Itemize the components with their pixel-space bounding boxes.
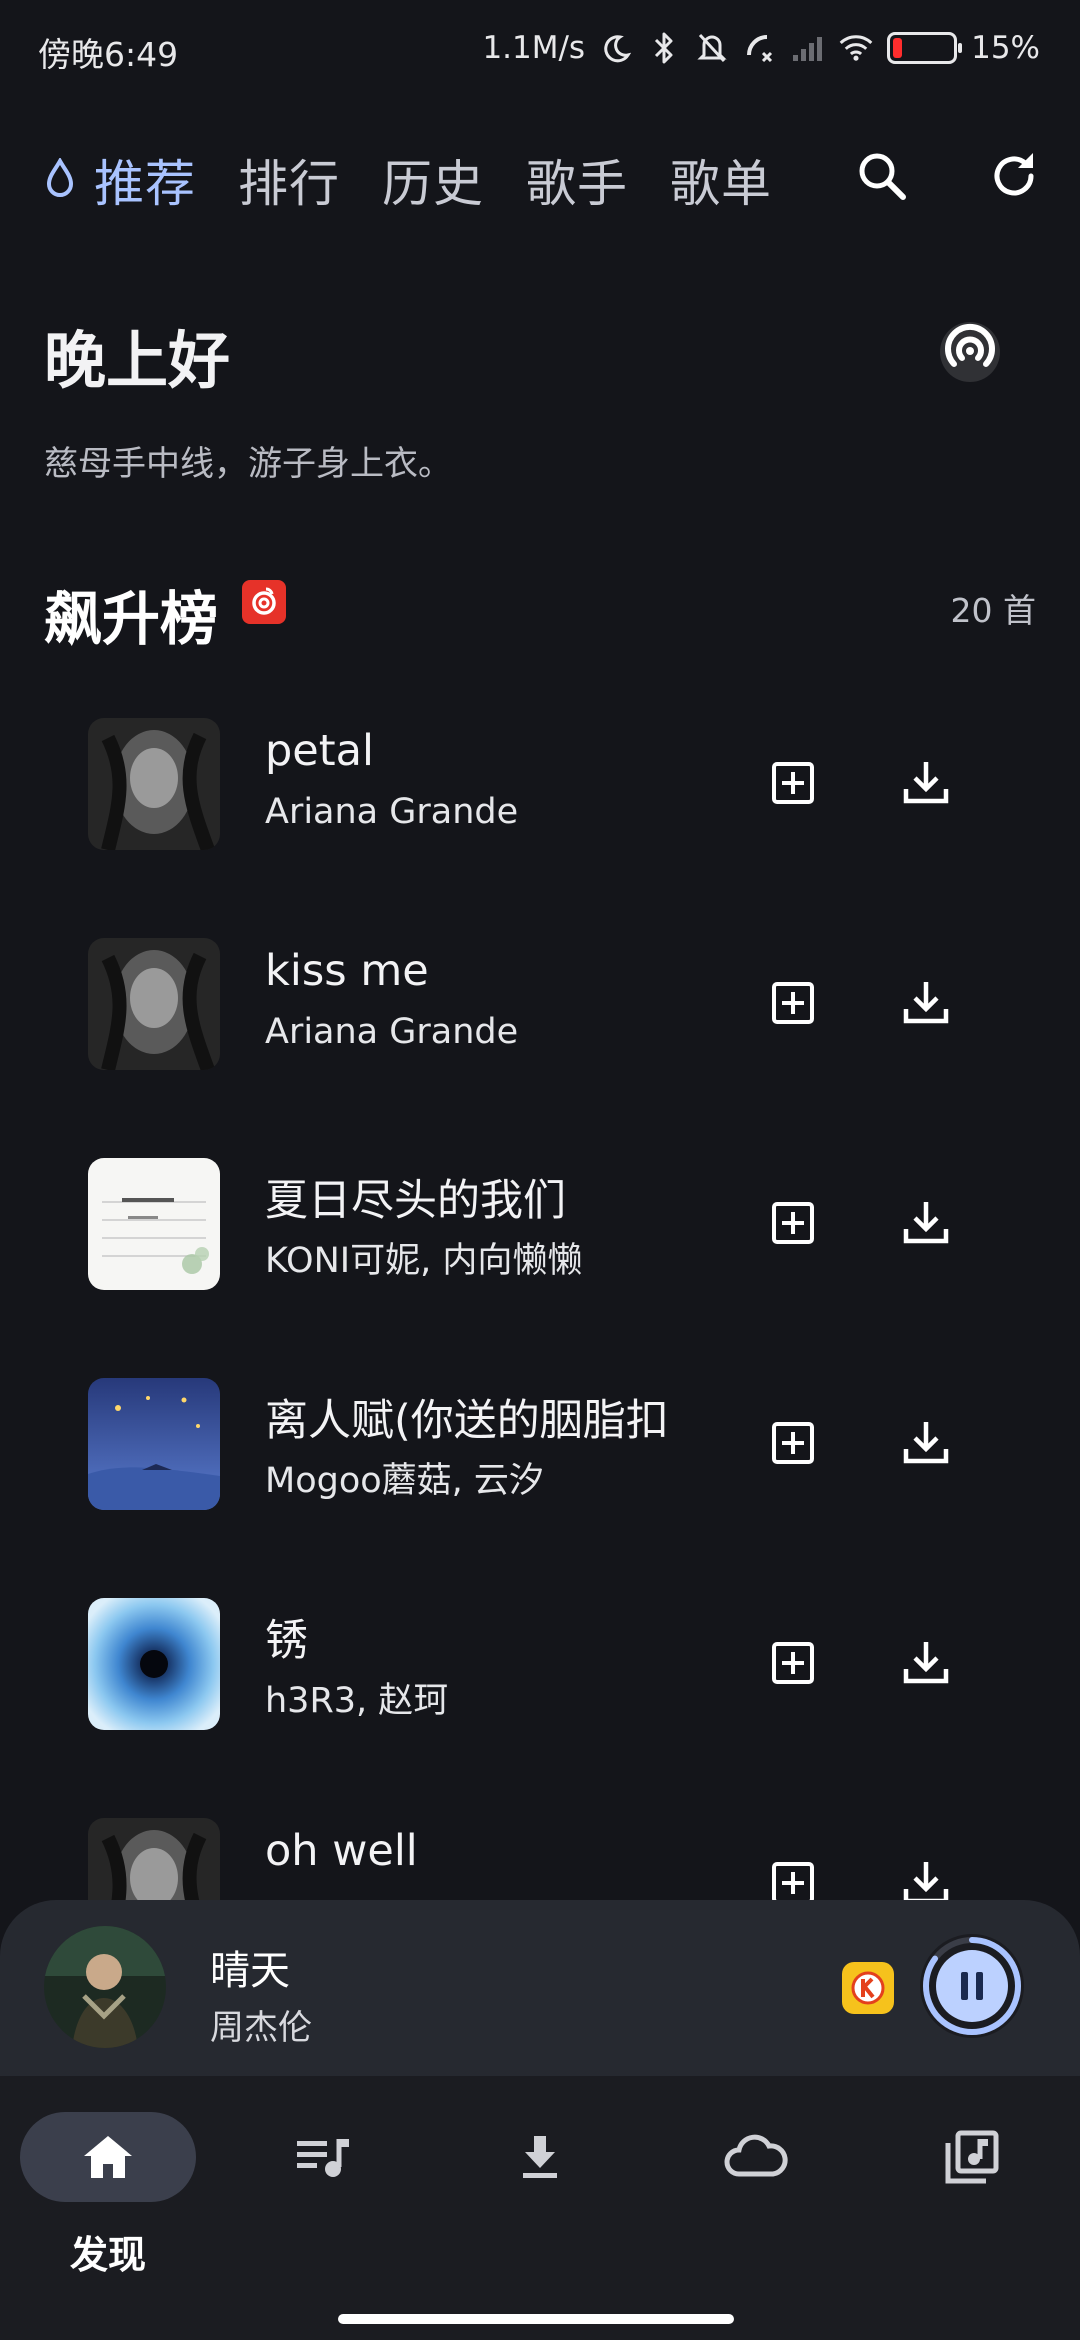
- add-box-icon: [772, 762, 814, 804]
- now-playing-artist: 周杰伦: [210, 2008, 312, 2048]
- download-icon: [903, 1642, 949, 1684]
- song-cover: [88, 718, 220, 850]
- add-to-playlist-button[interactable]: [768, 758, 818, 808]
- download-button[interactable]: [898, 754, 954, 810]
- wifi-icon: [839, 31, 873, 65]
- status-time: 傍晚6:49: [38, 35, 179, 74]
- add-box-icon: [772, 1862, 814, 1904]
- nav-downloads[interactable]: [452, 2112, 628, 2202]
- cloud-icon: [724, 2134, 788, 2177]
- download-button[interactable]: [898, 1194, 954, 1250]
- signal-icon: [791, 31, 825, 65]
- chart-song-count: 20 首: [950, 591, 1036, 630]
- add-to-playlist-button[interactable]: [768, 1418, 818, 1468]
- add-box-icon: [772, 982, 814, 1024]
- song-artist: Ariana Grande: [265, 792, 519, 832]
- home-indicator: [338, 2314, 734, 2324]
- song-artist: Ariana Grande: [265, 1012, 519, 1052]
- download-icon: [523, 2136, 557, 2178]
- water-drop-icon: [46, 158, 74, 197]
- battery-percent: 15%: [971, 30, 1040, 66]
- song-cover: [88, 1598, 220, 1730]
- song-cover: [88, 938, 220, 1070]
- download-icon: [903, 982, 949, 1024]
- radio-icon: [940, 322, 1000, 382]
- download-button[interactable]: [898, 1414, 954, 1470]
- search-icon: [859, 153, 906, 200]
- top-nav: 推荐 排行 历史 歌手 歌单: [0, 130, 1080, 220]
- tab-playlists[interactable]: 歌单: [670, 144, 772, 216]
- song-row[interactable]: petal Ariana Grande: [0, 700, 1080, 920]
- tab-recommend[interactable]: 推荐: [94, 144, 196, 216]
- song-title: oh well: [265, 1826, 418, 1876]
- bluetooth-icon: [647, 31, 681, 65]
- download-icon: [903, 762, 949, 804]
- song-artist: h3R3, 赵珂: [265, 1681, 449, 1721]
- status-bar: 傍晚6:49 1.1M/s 15%: [0, 0, 1080, 96]
- nav-cloud[interactable]: [668, 2112, 844, 2202]
- refresh-button[interactable]: [984, 146, 1044, 206]
- tab-ranking[interactable]: 排行: [238, 144, 340, 216]
- now-playing-title: 晴天: [210, 1948, 290, 1994]
- song-cover: [88, 1818, 220, 1910]
- tab-artists[interactable]: 歌手: [526, 144, 628, 216]
- call-missed-icon: [743, 31, 777, 65]
- bell-off-icon: [695, 31, 729, 65]
- nav-playlist[interactable]: [236, 2112, 412, 2202]
- add-box-icon: [772, 1422, 814, 1464]
- pause-icon: [920, 1934, 1024, 2038]
- song-row[interactable]: kiss me Ariana Grande: [0, 920, 1080, 1140]
- radio-button[interactable]: [930, 312, 1010, 392]
- add-to-playlist-button[interactable]: [768, 1638, 818, 1688]
- add-to-playlist-button[interactable]: [768, 1198, 818, 1248]
- refresh-icon: [994, 153, 1034, 196]
- net-speed: 1.1M/s: [482, 30, 586, 66]
- song-row[interactable]: 离人赋(你送的胭脂扣 Mogoo蘑菇, 云汐: [0, 1360, 1080, 1580]
- song-cover: [88, 1378, 220, 1510]
- battery-level: [893, 38, 903, 58]
- karaoke-icon: [851, 1971, 885, 2005]
- nav-discover-label: 发现: [69, 2233, 146, 2277]
- nav-music-library[interactable]: [884, 2112, 1060, 2202]
- status-icons: 1.1M/s 15%: [482, 26, 1040, 70]
- chart-title: 飙升榜: [44, 585, 219, 653]
- song-row[interactable]: 锈 h3R3, 赵珂: [0, 1580, 1080, 1800]
- download-icon: [903, 1422, 949, 1464]
- song-artist: Mogoo蘑菇, 云汐: [265, 1461, 544, 1501]
- search-button[interactable]: [852, 146, 912, 206]
- home-icon: [84, 2136, 132, 2178]
- play-pause-button[interactable]: [916, 1930, 1028, 2042]
- greeting-title: 晚上好: [44, 324, 231, 397]
- music-library-icon: [945, 2130, 999, 2184]
- song-artist: KONI可妮, 内向懒懒: [265, 1241, 583, 1281]
- playlist-icon: [297, 2139, 349, 2177]
- download-button[interactable]: [898, 974, 954, 1030]
- song-cover: [88, 1158, 220, 1290]
- song-row[interactable]: 夏日尽头的我们 KONI可妮, 内向懒懒: [0, 1140, 1080, 1360]
- moon-icon: [599, 31, 633, 65]
- song-title: kiss me: [265, 946, 429, 996]
- add-box-icon: [772, 1202, 814, 1244]
- bottom-nav: 发现: [0, 2076, 1080, 2340]
- song-list: petal Ariana Grande kiss me Ariana Grand…: [0, 700, 1080, 1910]
- karaoke-button[interactable]: [842, 1962, 894, 2014]
- nav-discover[interactable]: [20, 2112, 196, 2202]
- mini-player[interactable]: 晴天 周杰伦: [0, 1900, 1080, 2076]
- song-row[interactable]: oh well: [0, 1800, 1080, 1910]
- add-to-playlist-button[interactable]: [768, 978, 818, 1028]
- greeting-subtitle: 慈母手中线，游子身上衣。: [44, 444, 452, 484]
- now-playing-cover: [44, 1926, 166, 2048]
- tab-history[interactable]: 历史: [382, 144, 484, 216]
- download-icon: [903, 1202, 949, 1244]
- netease-logo-icon: [242, 580, 286, 624]
- battery-icon: [887, 32, 963, 64]
- add-box-icon: [772, 1642, 814, 1684]
- download-button[interactable]: [898, 1634, 954, 1690]
- song-title: 夏日尽头的我们: [265, 1176, 566, 1226]
- song-title: petal: [265, 726, 374, 776]
- song-title: 离人赋(你送的胭脂扣: [265, 1396, 669, 1446]
- song-title: 锈: [265, 1616, 308, 1666]
